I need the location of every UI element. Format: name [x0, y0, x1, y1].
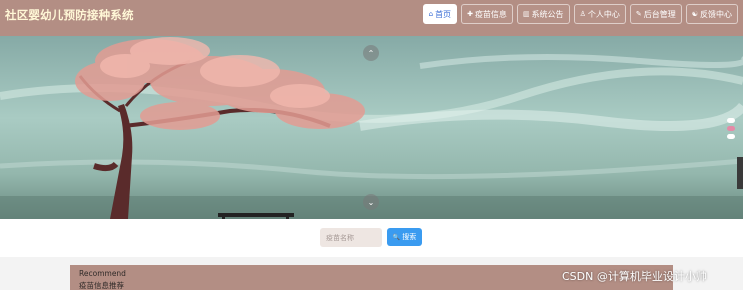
search-bar: 🔍 搜索 [0, 219, 743, 257]
feedback-icon: ☯ [691, 9, 698, 18]
search-icon: 🔍 [392, 233, 401, 241]
vaccine-name-search-input[interactable] [320, 228, 382, 247]
carousel-dot[interactable] [727, 126, 735, 131]
recommend-title-cn: 疫苗信息推荐 [79, 281, 124, 290]
carousel-dot[interactable] [727, 118, 735, 123]
announcement-icon: ▥ [522, 9, 530, 18]
nav-item-feedback[interactable]: ☯ 反馈中心 [685, 4, 738, 24]
site-title: 社区婴幼儿预防接种系统 [5, 8, 134, 22]
nav-item-announcement[interactable]: ▥ 系统公告 [516, 4, 570, 24]
carousel-next-button[interactable]: ⌄ [363, 194, 379, 210]
nav-item-user[interactable]: ♙ 个人中心 [573, 4, 626, 24]
watermark: CSDN @计算机毕业设计小帅 [562, 270, 707, 283]
nav-item-label: 系统公告 [531, 9, 564, 19]
side-scroll-tab[interactable] [737, 157, 743, 189]
nav-item-vaccine[interactable]: ✚ 疫苗信息 [461, 4, 513, 24]
user-icon: ♙ [579, 9, 586, 18]
nav-item-label: 个人中心 [587, 9, 620, 19]
vaccine-icon: ✚ [467, 9, 473, 18]
nav-item-label: 反馈中心 [700, 9, 732, 19]
carousel-prev-button[interactable]: ⌃ [363, 45, 379, 61]
carousel-dot[interactable] [727, 134, 735, 139]
search-button[interactable]: 🔍 搜索 [387, 228, 422, 246]
chevron-up-icon: ⌃ [367, 48, 375, 58]
banner-carousel[interactable]: ⌃ ⌄ [0, 36, 743, 219]
nav-item-label: 疫苗信息 [474, 9, 507, 19]
nav-item-admin[interactable]: ✎ 后台管理 [629, 4, 682, 24]
banner-image [0, 36, 743, 219]
search-button-label: 搜索 [402, 233, 417, 241]
recommend-title-en: Recommend [79, 269, 126, 278]
admin-icon: ✎ [635, 9, 642, 18]
top-navbar: 社区婴幼儿预防接种系统 ⌂ 首页 ✚ 疫苗信息 ▥ 系统公告 ♙ 个人中心 ✎ 后台管理 ☯ 反馈中心 [0, 0, 743, 36]
nav-item-home[interactable]: ⌂ 首页 [422, 4, 458, 24]
home-icon: ⌂ [428, 9, 434, 18]
main-nav: ⌂ 首页 ✚ 疫苗信息 ▥ 系统公告 ♙ 个人中心 ✎ 后台管理 ☯ 反馈中心 [422, 4, 738, 24]
nav-item-label: 后台管理 [643, 9, 676, 19]
carousel-indicators [727, 118, 735, 139]
chevron-down-icon: ⌄ [367, 197, 375, 207]
nav-item-label: 首页 [435, 9, 452, 19]
